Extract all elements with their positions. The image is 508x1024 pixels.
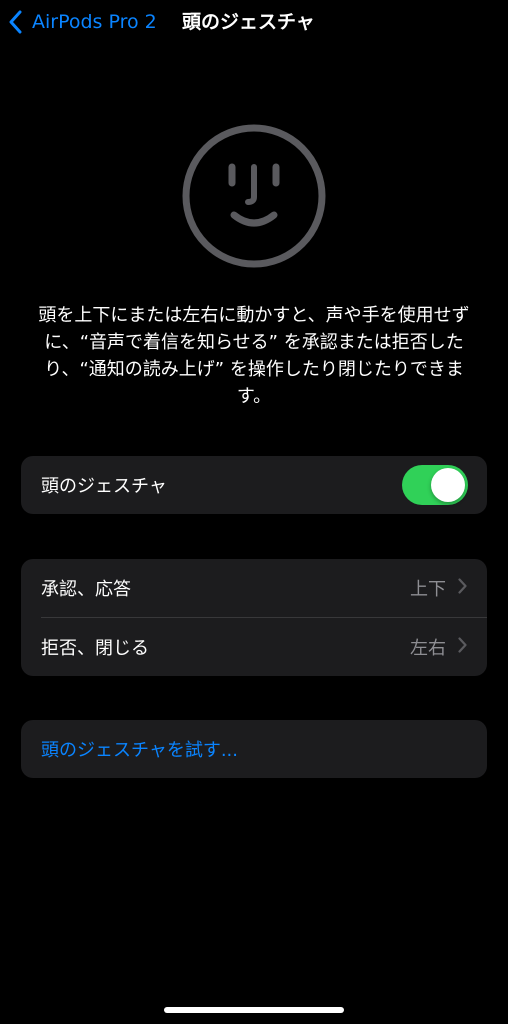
- head-gesture-toggle-label: 頭のジェスチャ: [41, 476, 167, 497]
- gesture-row-decline[interactable]: 拒否、閉じる 左右: [21, 618, 487, 676]
- gesture-row-value: 左右: [410, 638, 446, 659]
- try-head-gesture-label: 頭のジェスチャを試す...: [41, 740, 238, 761]
- chevron-right-icon: [458, 578, 467, 598]
- toggle-group: 頭のジェスチャ: [21, 456, 487, 514]
- gesture-settings-group: 承認、応答 上下 拒否、閉じる 左右: [21, 559, 487, 676]
- chevron-right-icon: [458, 637, 467, 657]
- try-head-gesture-button[interactable]: 頭のジェスチャを試す...: [21, 720, 487, 778]
- chevron-left-icon: [8, 9, 24, 35]
- description-text: 頭を上下にまたは左右に動かすと、声や手を使用せずに、“音声で着信を知らせる” を…: [38, 305, 470, 407]
- back-button-label: AirPods Pro 2: [32, 11, 157, 33]
- back-button[interactable]: AirPods Pro 2: [8, 6, 157, 38]
- gesture-row-accept[interactable]: 承認、応答 上下: [21, 559, 487, 617]
- navigation-bar: AirPods Pro 2 頭のジェスチャ: [0, 0, 508, 44]
- gesture-row-value: 上下: [410, 579, 446, 600]
- gesture-row-label: 拒否、閉じる: [41, 638, 149, 659]
- head-gesture-toggle-row: 頭のジェスチャ: [21, 456, 487, 514]
- gesture-row-label: 承認、応答: [41, 579, 131, 600]
- home-indicator[interactable]: [164, 1007, 344, 1013]
- toggle-knob: [431, 468, 465, 502]
- try-gesture-group: 頭のジェスチャを試す...: [21, 720, 487, 778]
- face-icon: [181, 123, 327, 269]
- head-gesture-toggle[interactable]: [402, 465, 468, 505]
- page-title: 頭のジェスチャ: [182, 11, 315, 33]
